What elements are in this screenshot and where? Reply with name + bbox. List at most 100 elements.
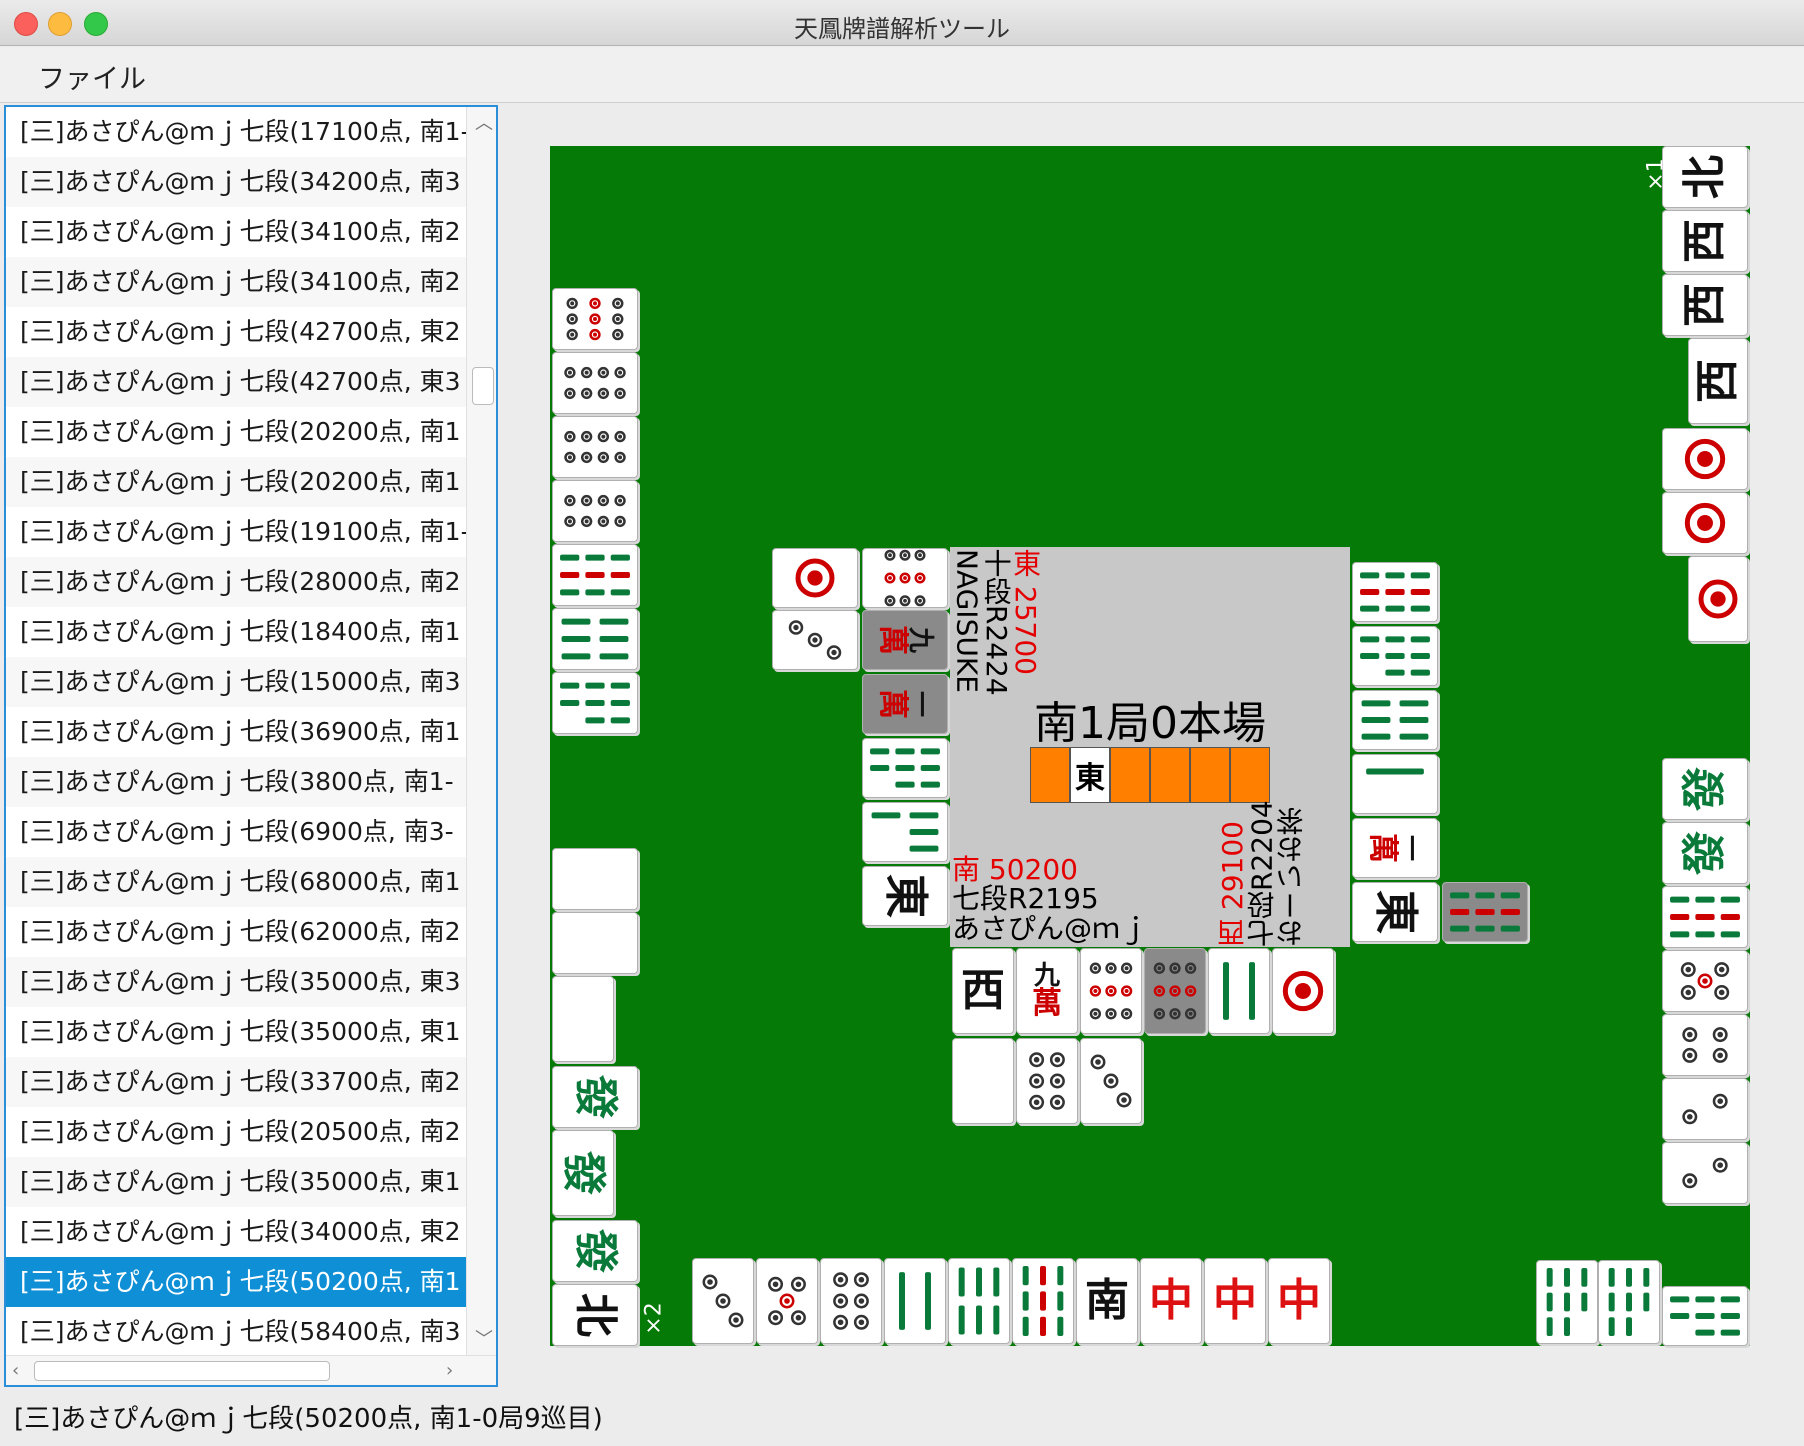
window-title: 天鳳牌譜解析ツール — [794, 15, 1010, 43]
hand-tile — [1012, 1258, 1074, 1344]
discard-top — [862, 802, 948, 862]
right-hand-tile: 西 — [1662, 274, 1748, 336]
right-nuki-tile: 北 — [1662, 146, 1748, 208]
game-list-item[interactable]: [三]あさぴん@ｍｊ七段(33700点, 南2 — [6, 1057, 468, 1107]
vertical-scroll-thumb[interactable] — [472, 367, 494, 405]
discard-top — [772, 548, 858, 608]
game-list-item[interactable]: [三]あさぴん@ｍｊ七段(34000点, 東2 — [6, 1207, 468, 1257]
right-hand-tile — [1662, 492, 1748, 554]
scroll-right-icon[interactable]: › — [446, 1360, 453, 1381]
left-meld-tile: 發 — [552, 1130, 614, 1216]
discard-right: 一萬 — [1352, 818, 1438, 878]
dora-hidden — [1150, 747, 1190, 803]
hand-tile: 南 — [1076, 1258, 1138, 1344]
right-hand-tile — [1662, 886, 1748, 948]
left-meld-tile — [552, 912, 638, 974]
discard-bottom — [1080, 948, 1142, 1034]
discard-right — [1442, 882, 1528, 942]
game-list-item[interactable]: [三]あさぴん@ｍｊ七段(34100点, 南2 — [6, 257, 468, 307]
discard-bottom — [1016, 1038, 1078, 1124]
hand-tile — [756, 1258, 818, 1344]
menu-file[interactable]: ファイル — [38, 57, 146, 96]
player-top-rank: 十段R2424 — [979, 549, 1013, 696]
player-bottom-wind: 南 — [952, 853, 981, 886]
player-right-score: 29100 — [1216, 821, 1249, 911]
right-hand-tile — [1688, 556, 1748, 642]
hand-tile: 中 — [1204, 1258, 1266, 1344]
game-list-item[interactable]: [三]あさぴん@ｍｊ七段(42700点, 東3 — [6, 357, 468, 407]
horizontal-scrollbar[interactable]: ‹ › — [6, 1355, 496, 1385]
left-nuki-tile: 北 — [552, 1284, 638, 1346]
game-list-item[interactable]: [三]あさぴん@ｍｊ七段(20200点, 南1 — [6, 457, 468, 507]
hand-tile — [884, 1258, 946, 1344]
left-meld-tile: 發 — [552, 1066, 638, 1128]
game-list-item[interactable]: [三]あさぴん@ｍｊ七段(34100点, 南2 — [6, 207, 468, 257]
right-hand-tile: 西 — [1688, 338, 1748, 424]
discard-top: 九萬 — [862, 610, 948, 670]
game-list-item[interactable]: [三]あさぴん@ｍｊ七段(17100点, 南1- — [6, 107, 468, 157]
game-list-item[interactable]: [三]あさぴん@ｍｊ七段(35000点, 東3 — [6, 957, 468, 1007]
discard-bottom — [1080, 1038, 1142, 1124]
player-top-score: 25700 — [1009, 585, 1043, 675]
discard-right — [1352, 626, 1438, 686]
discard-top — [862, 548, 948, 608]
game-list-item[interactable]: [三]あさぴん@ｍｊ七段(68000点, 南1 — [6, 857, 468, 907]
game-list-item[interactable]: [三]あさぴん@ｍｊ七段(15000点, 南3 — [6, 657, 468, 707]
dora-hidden — [1110, 747, 1150, 803]
discard-bottom — [1272, 948, 1334, 1034]
player-top-name: NAGISUKE — [950, 549, 984, 693]
dora-hidden — [1030, 747, 1070, 803]
discard-top — [862, 738, 948, 798]
game-list-item[interactable]: [三]あさぴん@ｍｊ七段(28000点, 南2 — [6, 557, 468, 607]
discard-right — [1352, 754, 1438, 814]
right-hand-tile — [1662, 428, 1748, 490]
right-hand-tile — [1662, 1078, 1748, 1140]
game-list-item[interactable]: [三]あさぴん@ｍｊ七段(42700点, 東2 — [6, 307, 468, 357]
meld-tile — [1598, 1260, 1660, 1344]
game-list-item[interactable]: [三]あさぴん@ｍｊ七段(20500点, 南2 — [6, 1107, 468, 1157]
game-list[interactable]: [三]あさぴん@ｍｊ七段(17100点, 南1- [三]あさぴん@ｍｊ七段(342… — [4, 105, 498, 1387]
player-bottom-rank: 七段R2195 — [952, 882, 1099, 916]
game-list-item[interactable]: [三]あさぴん@ｍｊ七段(20200点, 南1 — [6, 407, 468, 457]
discard-top: 一萬 — [862, 674, 948, 734]
game-list-item[interactable]: [三]あさぴん@ｍｊ七段(3800点, 南1- — [6, 757, 468, 807]
status-bar: [三]あさぴん@ｍｊ七段(50200点, 南1-0局9巡目) — [14, 1404, 603, 1434]
title-bar: 天鳳牌譜解析ツール — [0, 0, 1804, 46]
player-bottom-info: 南 50200 七段R2195 あさぴん@ｍｊ — [952, 855, 1148, 943]
vertical-scrollbar[interactable]: ︿ ﹀ — [466, 107, 496, 1355]
player-bottom-score: 50200 — [988, 853, 1078, 886]
game-list-item[interactable]: [三]あさぴん@ｍｊ七段(58400点, 南3 — [6, 1307, 468, 1355]
game-list-item[interactable]: [三]あさぴん@ｍｊ七段(62000点, 南2 — [6, 907, 468, 957]
game-list-item[interactable]: [三]あさぴん@ｍｊ七段(35000点, 東1 — [6, 1007, 468, 1057]
game-list-item[interactable]: [三]あさぴん@ｍｊ七段(36900点, 南1 — [6, 707, 468, 757]
menu-bar: ファイル — [0, 47, 1804, 103]
left-hand-tile — [552, 608, 638, 670]
scroll-down-icon[interactable]: ﹀ — [475, 1325, 493, 1351]
scroll-left-icon[interactable]: ‹ — [12, 1360, 19, 1381]
center-panel: 南1局0本場 東 東 25700 十段R2424 NAGISUKE 南 5020… — [950, 547, 1350, 947]
bottom-nuki-count: ×2 — [641, 1302, 667, 1335]
left-hand-tile — [552, 352, 638, 414]
game-list-item[interactable]: [三]あさぴん@ｍｊ七段(34200点, 南3 — [6, 157, 468, 207]
player-bottom-name: あさぴん@ｍｊ — [952, 911, 1149, 945]
discard-bottom — [952, 1038, 1014, 1124]
scroll-up-icon[interactable]: ︿ — [475, 109, 493, 135]
right-hand-tile: 發 — [1662, 758, 1748, 820]
game-list-item[interactable]: [三]あさぴん@ｍｊ七段(19100点, 南1- — [6, 507, 468, 557]
meld-tile — [1536, 1260, 1598, 1344]
right-hand-tile — [1662, 1014, 1748, 1076]
game-list-item[interactable]: [三]あさぴん@ｍｊ七段(6900点, 南3- — [6, 807, 468, 857]
discard-right: 東 — [1352, 882, 1438, 942]
player-right-rank: 七段R2204 — [1245, 800, 1279, 947]
discard-right — [1352, 562, 1438, 622]
game-list-item[interactable]: [三]あさぴん@ｍｊ七段(18400点, 南1 — [6, 607, 468, 657]
left-hand-tile — [552, 288, 638, 350]
game-list-item[interactable]: [三]あさぴん@ｍｊ七段(50200点, 南1 — [6, 1257, 468, 1307]
left-hand-tile — [552, 544, 638, 606]
horizontal-scroll-thumb[interactable] — [34, 1361, 330, 1381]
left-hand-tile — [552, 672, 638, 734]
game-list-item[interactable]: [三]あさぴん@ｍｊ七段(35000点, 東1 — [6, 1157, 468, 1207]
right-hand-tile: 西 — [1662, 210, 1748, 272]
discard-bottom — [1208, 948, 1270, 1034]
discard-bottom: 九萬 — [1016, 948, 1078, 1034]
